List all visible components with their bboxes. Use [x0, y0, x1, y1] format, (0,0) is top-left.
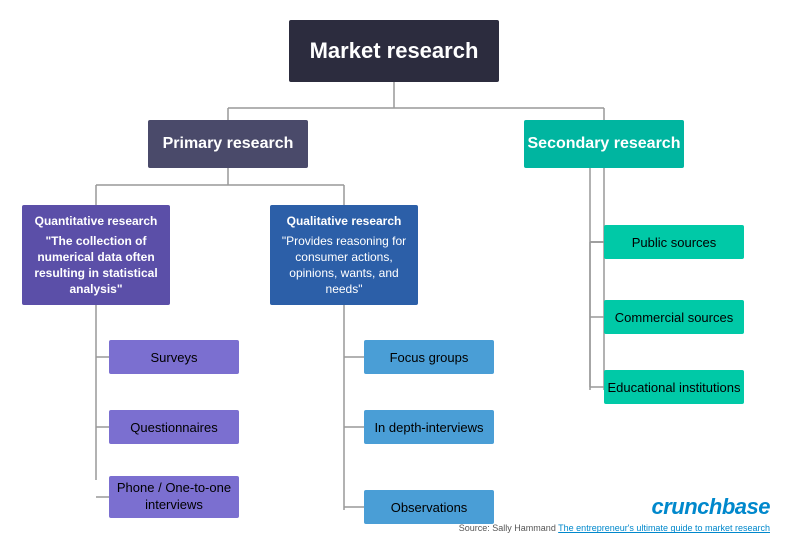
educational-node: Educational institutions: [604, 370, 744, 404]
qualitative-node: Qualitative research "Provides reasoning…: [270, 205, 418, 305]
diagram: Market research Primary research Seconda…: [0, 0, 788, 547]
quantitative-desc: "The collection of numerical data often …: [30, 233, 162, 298]
questionnaires-label: Questionnaires: [130, 420, 217, 435]
market-research-label: Market research: [310, 38, 479, 64]
source-link[interactable]: The entrepreneur's ultimate guide to mar…: [558, 523, 770, 533]
public-sources-node: Public sources: [604, 225, 744, 259]
market-research-node: Market research: [289, 20, 499, 82]
phone-node: Phone / One-to-one interviews: [109, 476, 239, 518]
crunchbase-branding: crunchbase Source: Sally Hammand The ent…: [459, 494, 770, 535]
focus-groups-label: Focus groups: [390, 350, 469, 365]
indepth-label: In depth-interviews: [374, 420, 483, 435]
commercial-sources-label: Commercial sources: [615, 310, 733, 325]
qualitative-desc: "Provides reasoning for consumer actions…: [278, 233, 410, 298]
crunchbase-source: Source: Sally Hammand The entrepreneur's…: [459, 522, 770, 535]
focus-groups-node: Focus groups: [364, 340, 494, 374]
educational-label: Educational institutions: [608, 380, 741, 395]
quantitative-title: Quantitative research: [30, 213, 162, 229]
secondary-research-label: Secondary research: [528, 135, 681, 153]
public-sources-label: Public sources: [632, 235, 717, 250]
commercial-sources-node: Commercial sources: [604, 300, 744, 334]
primary-research-node: Primary research: [148, 120, 308, 168]
primary-research-label: Primary research: [163, 135, 294, 153]
surveys-node: Surveys: [109, 340, 239, 374]
indepth-node: In depth-interviews: [364, 410, 494, 444]
surveys-label: Surveys: [151, 350, 198, 365]
quantitative-node: Quantitative research "The collection of…: [22, 205, 170, 305]
secondary-research-node: Secondary research: [524, 120, 684, 168]
crunchbase-logo: crunchbase: [459, 494, 770, 520]
observations-label: Observations: [391, 500, 468, 515]
phone-label: Phone / One-to-one interviews: [109, 480, 239, 514]
source-text: Source: Sally Hammand: [459, 523, 556, 533]
qualitative-title: Qualitative research: [278, 213, 410, 229]
questionnaires-node: Questionnaires: [109, 410, 239, 444]
